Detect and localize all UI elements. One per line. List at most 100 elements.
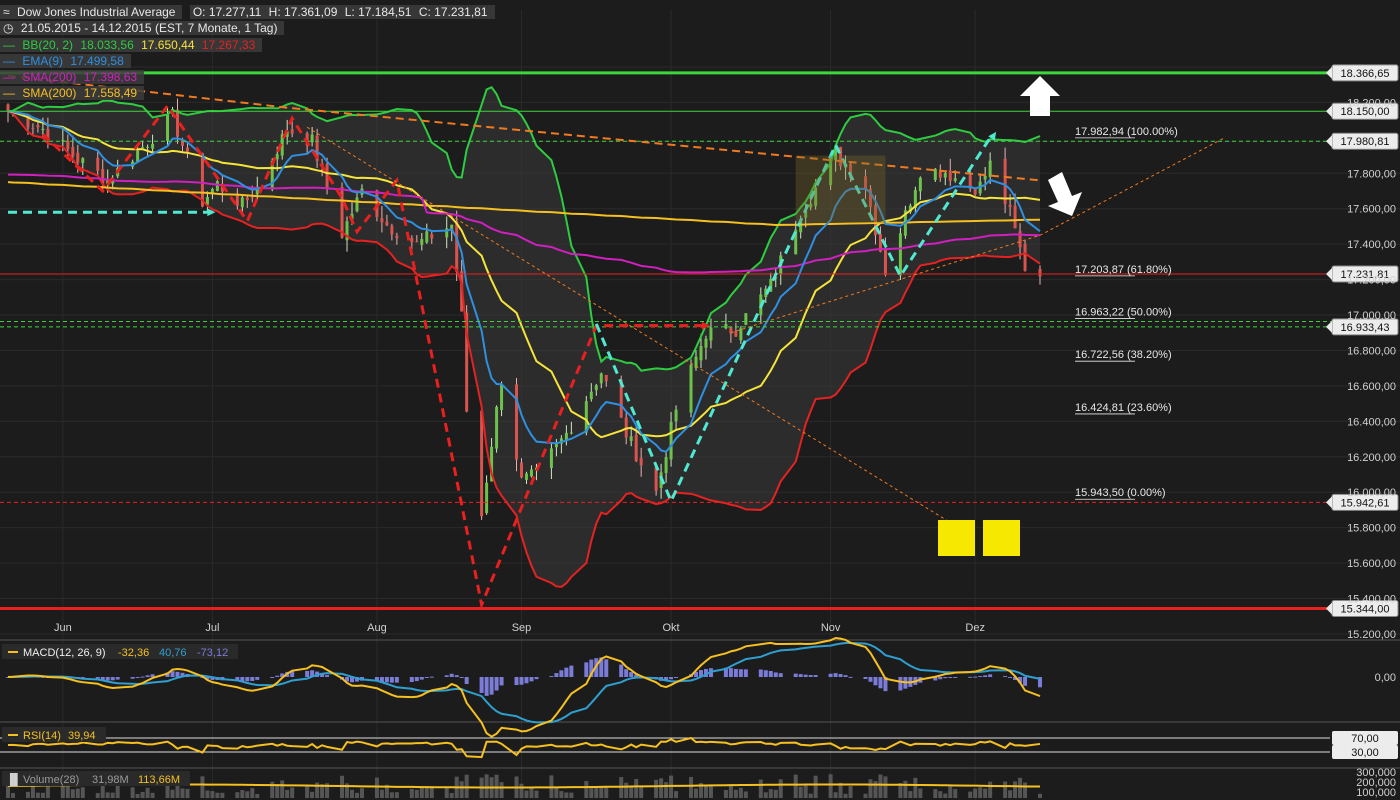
volume-bar: [843, 793, 848, 798]
y-tick-label: 17.600,00: [1347, 204, 1396, 216]
candle-body: [1023, 243, 1027, 271]
bb-upper-value: 18.033,56: [80, 38, 134, 52]
volume-bar: [903, 780, 908, 798]
volume-bar: [738, 787, 743, 798]
bb-lower-value: 17.267,33: [201, 38, 256, 52]
volume-bar: [833, 792, 838, 798]
volume-bar: [584, 781, 589, 798]
macd-zero-label: 0,00: [1375, 672, 1396, 684]
volume-axis-label: 100,000: [1356, 787, 1396, 799]
volume-bar: [464, 774, 469, 798]
volume-bar: [938, 791, 943, 798]
volume-bar: [150, 792, 155, 798]
indicator-sma-yellow[interactable]: — SMA(200) 17.558,49: [0, 86, 148, 100]
volume-bar: [564, 792, 569, 798]
volume-bar: [80, 787, 85, 798]
volume-average-value: 113,66M: [138, 774, 180, 786]
candle-body: [415, 241, 419, 243]
volume-bar: [803, 784, 808, 798]
candle-body: [629, 436, 633, 441]
chart-title: Dow Jones Industrial Average: [16, 5, 176, 19]
volume-bar: [115, 785, 120, 798]
candle-body: [973, 188, 977, 195]
indicator-ema[interactable]: — EMA(9) 17.499,58: [0, 54, 135, 68]
macd-histogram-bar: [828, 673, 833, 677]
volume-bar: [953, 789, 958, 798]
sma-yellow-swatch-icon: —: [3, 86, 15, 100]
macd-histogram-bar: [768, 670, 773, 677]
sma-pink-label: SMA(200): [22, 70, 77, 84]
volume-bar: [978, 787, 983, 798]
macd-histogram-bar: [110, 677, 115, 681]
volume-bar: [65, 785, 70, 798]
candle-body: [549, 448, 553, 468]
fibonacci-label: 15.943,50 (0.00%): [1075, 487, 1166, 499]
volume-bar: [40, 792, 45, 798]
volume-bar: [1023, 782, 1028, 798]
candle-body: [71, 147, 75, 157]
candle-body: [918, 177, 922, 192]
volume-bar: [1038, 793, 1042, 798]
macd-histogram-bar: [464, 677, 469, 685]
macd-value: -32,36: [118, 647, 149, 659]
sma-pink-value: 17.398,63: [83, 70, 138, 84]
macd-histogram-bar: [140, 676, 145, 678]
y-tick-label: 16.000,00: [1347, 487, 1396, 499]
volume-bar: [95, 793, 100, 798]
volume-bar: [110, 792, 115, 798]
bb-label: BB(20, 2): [22, 38, 74, 52]
candle-body: [524, 473, 528, 480]
candle-body: [943, 173, 947, 178]
macd-histogram-bar: [115, 677, 120, 680]
volume-bar: [708, 784, 713, 798]
volume-bar: [105, 792, 110, 798]
dow-jones-chart[interactable]: 17.982,94 (100.00%) 17.203,87 (61.80%) 16.…: [0, 0, 1400, 800]
macd-histogram-bar: [968, 676, 973, 678]
volume-bar: [918, 788, 923, 798]
rsi-tag-label: 30,00: [1351, 747, 1379, 759]
macd-histogram-bar: [494, 677, 499, 691]
chart-type-icon[interactable]: ≈: [3, 5, 10, 19]
y-tick-label: 15.600,00: [1347, 558, 1396, 570]
volume-bar: [604, 786, 609, 798]
volume-bar: [559, 791, 564, 798]
y-tick-label: 15.400,00: [1347, 594, 1396, 606]
volume-bar: [534, 790, 539, 798]
macd-histogram-bar: [479, 677, 484, 693]
volume-bar: [1003, 781, 1008, 798]
macd-histogram-bar: [983, 675, 988, 677]
fibonacci-label: 16.424,81 (23.60%): [1075, 402, 1172, 414]
macd-histogram-bar: [454, 675, 459, 677]
candle-body: [520, 462, 524, 478]
macd-histogram-bar: [803, 674, 808, 677]
volume-bar: [205, 790, 210, 798]
volume-bar: [459, 781, 464, 798]
candle-body: [176, 109, 180, 137]
macd-histogram-bar: [743, 669, 748, 677]
indicator-bb[interactable]: — BB(20, 2) 18.033,56 17.650,44 17.267,3…: [0, 38, 266, 52]
macd-histogram-bar: [833, 673, 838, 677]
volume-bar: [35, 792, 40, 798]
volume-bar: [624, 782, 629, 798]
volume-bar: [828, 774, 833, 798]
macd-histogram-bar: [953, 677, 958, 678]
candle-body: [529, 469, 533, 477]
macd-histogram-bar: [728, 668, 733, 677]
x-tick-label: Okt: [663, 622, 680, 634]
candle-body: [480, 410, 484, 517]
indicator-sma-pink[interactable]: — SMA(200) 17.398,63: [0, 70, 148, 84]
ema-label: EMA(9): [22, 54, 64, 68]
candle-body: [689, 364, 693, 413]
candle-body: [495, 406, 499, 449]
candle-body: [594, 385, 598, 391]
clock-icon: ◷: [3, 21, 14, 35]
macd-histogram-bar: [489, 677, 494, 695]
candle-body: [76, 152, 80, 163]
candle-body: [604, 374, 608, 382]
low-value: L: 17.184,51: [344, 5, 412, 19]
macd-histogram-bar: [793, 673, 798, 677]
macd-histogram-bar: [868, 677, 873, 682]
volume-bar: [554, 788, 559, 798]
volume-bar: [200, 776, 205, 798]
macd-histogram-bar: [773, 672, 778, 677]
